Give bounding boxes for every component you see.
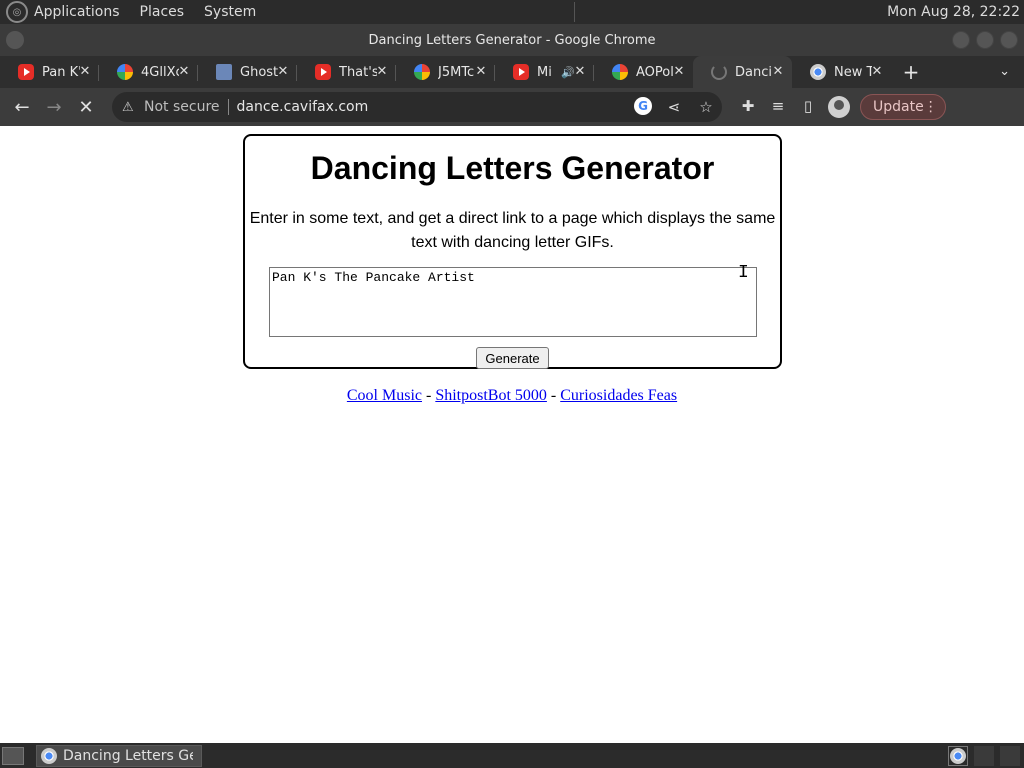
page-title: Dancing Letters Generator (310, 150, 715, 186)
browser-toolbar: ← → ✕ ⚠ Not secure dance.cavifax.com G ⋖… (0, 88, 1024, 126)
close-window-button[interactable] (1000, 31, 1018, 49)
taskbar-item-label: Dancing Letters Ge... (63, 747, 193, 764)
tab-mi[interactable]: Mi 🔊 ✕ (495, 56, 594, 88)
tab-strip: Pan K's ✕ 4GllXc ✕ Ghost ✕ That's ✕ J5MT… (0, 56, 1024, 88)
text-cursor-icon: I (738, 263, 749, 283)
tab-thats[interactable]: That's ✕ (297, 56, 396, 88)
window-title: Dancing Letters Generator - Google Chrom… (368, 32, 656, 48)
tab-close-icon[interactable]: ✕ (275, 64, 291, 80)
update-button[interactable]: Update ⋮ (860, 94, 946, 120)
taskbar-item-chrome[interactable]: Dancing Letters Ge... (36, 744, 202, 767)
tab-close-icon[interactable]: ✕ (572, 64, 588, 80)
workspace-switcher[interactable] (948, 745, 968, 766)
tab-close-icon[interactable]: ✕ (869, 64, 885, 80)
kebab-menu-icon[interactable]: ⋮ (924, 99, 938, 115)
tab-aopol[interactable]: AOPol ✕ (594, 56, 693, 88)
workspace-3[interactable] (1000, 745, 1020, 766)
link-cool-music[interactable]: Cool Music (347, 387, 422, 404)
link-shitpostbot[interactable]: ShitpostBot 5000 (435, 387, 547, 404)
workspace-2[interactable] (974, 745, 994, 766)
tab-close-icon[interactable]: ✕ (671, 64, 687, 80)
tab-dancing-letters[interactable]: Dancin ✕ (693, 56, 792, 88)
extensions-puzzle-icon[interactable]: ✚ (738, 96, 758, 116)
tab-j5mtc[interactable]: J5MTc ✕ (396, 56, 495, 88)
system-menu[interactable]: System (204, 4, 256, 20)
bottom-taskbar: Dancing Letters Ge... (0, 743, 1024, 768)
tab-search-chevron-icon[interactable]: ⌄ (999, 64, 1010, 79)
link-curiosidades-feas[interactable]: Curiosidades Feas (560, 387, 677, 404)
bookmark-star-icon[interactable]: ☆ (696, 97, 716, 117)
address-bar[interactable]: ⚠ Not secure dance.cavifax.com G ⋖ ☆ (112, 92, 722, 122)
tab-pan-k[interactable]: Pan K's ✕ (0, 56, 99, 88)
youtube-icon (18, 64, 34, 80)
show-desktop-button[interactable] (2, 746, 24, 765)
tab-ghost[interactable]: Ghost ✕ (198, 56, 297, 88)
applications-menu[interactable]: Applications (34, 4, 120, 20)
pinwheel-icon (414, 64, 430, 80)
chrome-icon (810, 64, 826, 80)
generator-card: Dancing Letters Generator Enter in some … (243, 134, 782, 369)
new-tab-button[interactable]: + (895, 56, 927, 88)
footer-links: Cool Music - ShitpostBot 5000 - Curiosid… (0, 387, 1024, 405)
update-label: Update (873, 99, 924, 115)
tab-title: New T (834, 64, 872, 80)
tab-4gllxc[interactable]: 4GllXc ✕ (99, 56, 198, 88)
top-panel: ◎ Applications Places System Mon Aug 28,… (0, 0, 1024, 24)
tab-title: AOPol (636, 64, 674, 80)
tab-close-icon[interactable]: ✕ (176, 64, 192, 80)
tab-new-tab[interactable]: New T ✕ (792, 56, 891, 88)
chrome-icon (41, 747, 57, 764)
tab-close-icon[interactable]: ✕ (374, 64, 390, 80)
tab-title: J5MTc (438, 64, 475, 80)
text-input[interactable] (269, 267, 757, 337)
minimize-button[interactable] (952, 31, 970, 49)
pinwheel-icon (117, 64, 133, 80)
window-menu-icon[interactable] (6, 31, 24, 49)
page-viewport: Dancing Letters Generator Enter in some … (0, 126, 1024, 743)
back-button[interactable]: ← (6, 91, 38, 123)
stop-loading-button[interactable]: ✕ (70, 91, 102, 123)
omnibox-divider (227, 99, 229, 115)
security-status[interactable]: Not secure (144, 99, 220, 115)
places-menu[interactable]: Places (140, 4, 185, 20)
tab-title: Ghost (240, 64, 278, 80)
warning-icon[interactable]: ⚠ (122, 100, 136, 115)
media-queue-icon[interactable]: ≡ (768, 96, 788, 116)
chrome-icon (950, 747, 966, 764)
tab-title: Pan K's (42, 64, 80, 80)
tab-close-icon[interactable]: ✕ (473, 64, 489, 80)
link-separator: - (426, 387, 432, 404)
window-titlebar[interactable]: Dancing Letters Generator - Google Chrom… (0, 24, 1024, 56)
distro-logo-icon[interactable]: ◎ (6, 1, 28, 23)
youtube-icon (315, 64, 331, 80)
image-icon (216, 64, 232, 80)
pinwheel-icon (612, 64, 628, 80)
side-panel-icon[interactable]: ▯ (798, 96, 818, 116)
loading-icon (711, 64, 727, 80)
tab-close-icon[interactable]: ✕ (770, 64, 786, 80)
profile-avatar-icon[interactable] (828, 96, 850, 118)
maximize-button[interactable] (976, 31, 994, 49)
url-text[interactable]: dance.cavifax.com (237, 99, 369, 115)
tab-title: That's (339, 64, 377, 80)
youtube-icon (513, 64, 529, 80)
generate-button[interactable]: Generate (476, 347, 549, 369)
share-icon[interactable]: ⋖ (664, 97, 684, 117)
forward-button[interactable]: → (38, 91, 70, 123)
tab-title: 4GllXc (141, 64, 179, 80)
google-lens-icon[interactable]: G (634, 97, 652, 115)
tab-title: Dancin (735, 64, 773, 80)
page-description: Enter in some text, and get a direct lin… (249, 210, 776, 251)
tab-close-icon[interactable]: ✕ (77, 64, 93, 80)
clock[interactable]: Mon Aug 28, 22:22 (887, 4, 1020, 20)
tab-title: Mi (537, 64, 552, 80)
link-separator: - (550, 387, 557, 404)
panel-separator (574, 2, 576, 22)
